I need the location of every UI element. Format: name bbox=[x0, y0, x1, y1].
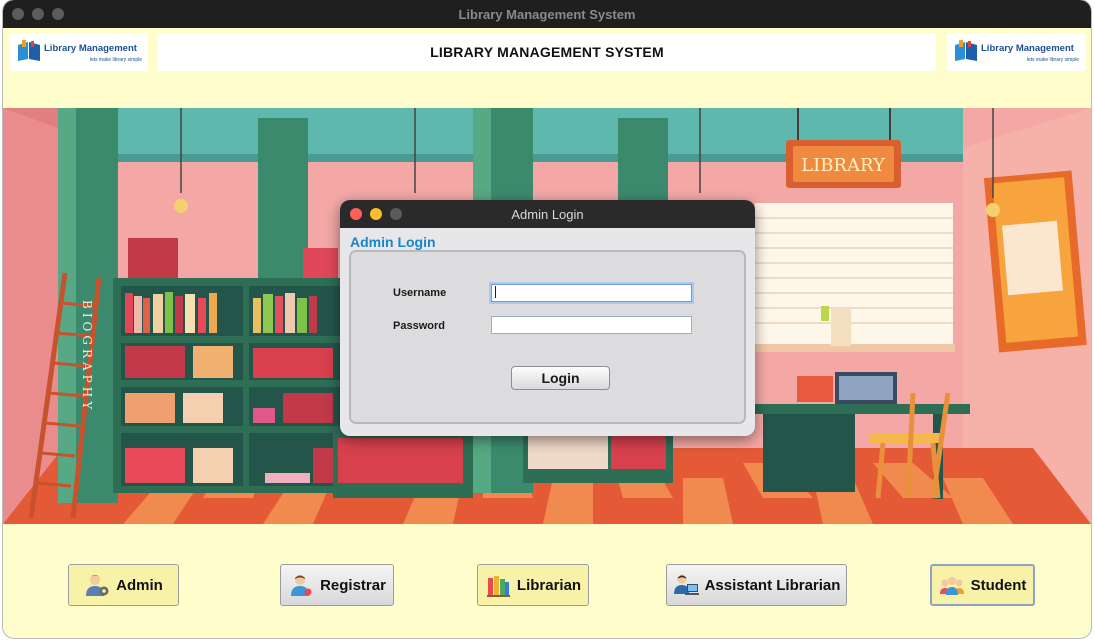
logo-right: Library Management lets make library sim… bbox=[947, 33, 1085, 71]
username-label: Username bbox=[393, 287, 447, 299]
books-icon bbox=[486, 576, 510, 597]
book-logo-icon bbox=[955, 40, 977, 61]
page-title: LIBRARY MANAGEMENT SYSTEM bbox=[430, 44, 664, 60]
logo-subtitle: lets make library simple bbox=[89, 57, 142, 63]
window-title: Library Management System bbox=[458, 7, 636, 22]
dialog-titlebar: Admin Login bbox=[340, 200, 755, 228]
librarian-button-label: Librarian bbox=[516, 576, 582, 594]
book-logo-icon bbox=[18, 40, 40, 61]
logo-left: Library Management lets make library sim… bbox=[10, 33, 148, 71]
students-group-icon bbox=[939, 577, 964, 595]
admin-button-label: Admin bbox=[116, 576, 163, 594]
dialog-window-title: Admin Login bbox=[511, 207, 584, 222]
registrar-button[interactable]: Registrar bbox=[280, 564, 394, 606]
text-caret bbox=[495, 286, 496, 298]
logo-title: Library Management bbox=[44, 43, 137, 54]
username-field-wrapper bbox=[491, 283, 692, 302]
main-window: Library Management System Library Manage… bbox=[3, 0, 1091, 638]
registrar-button-label: Registrar bbox=[320, 576, 386, 594]
student-button-label: Student bbox=[970, 576, 1027, 594]
admin-user-icon bbox=[86, 575, 109, 596]
librarian-button[interactable]: Librarian bbox=[477, 564, 589, 606]
assistant-computer-icon bbox=[673, 574, 699, 595]
window-titlebar: Library Management System bbox=[3, 0, 1091, 28]
admin-button[interactable]: Admin bbox=[68, 564, 179, 606]
logo-title: Library Management bbox=[981, 43, 1074, 54]
assistant-librarian-button-label: Assistant Librarian bbox=[704, 576, 841, 594]
login-button[interactable]: Login bbox=[511, 366, 610, 390]
password-label: Password bbox=[393, 320, 445, 332]
login-form-panel: Username Password Login bbox=[349, 250, 746, 424]
logo-subtitle: lets make library simple bbox=[1026, 57, 1079, 63]
header-title-box: LIBRARY MANAGEMENT SYSTEM bbox=[158, 33, 936, 71]
bookcase-label: BIOGRAPHY bbox=[80, 300, 94, 413]
library-sign-text: LIBRARY bbox=[801, 155, 886, 176]
dialog-heading: Admin Login bbox=[350, 234, 436, 250]
username-input[interactable] bbox=[491, 284, 692, 302]
admin-login-dialog: Admin Login Admin Login Username Passwor… bbox=[340, 200, 755, 436]
password-input[interactable] bbox=[491, 316, 692, 334]
student-button[interactable]: Student bbox=[930, 564, 1035, 606]
registrar-user-icon bbox=[291, 575, 312, 596]
assistant-librarian-button[interactable]: Assistant Librarian bbox=[666, 564, 847, 606]
